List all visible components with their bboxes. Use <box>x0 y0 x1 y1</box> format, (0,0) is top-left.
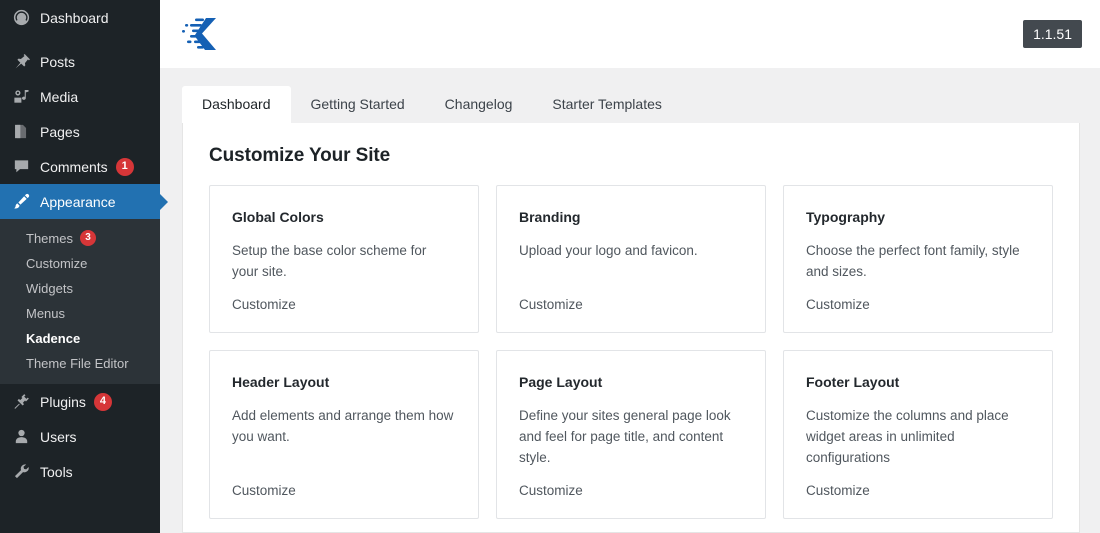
submenu-item-label: Themes <box>26 230 73 246</box>
card-customize-link[interactable]: Customize <box>232 297 456 312</box>
sidebar-item-label: Pages <box>40 123 80 140</box>
tab-dashboard[interactable]: Dashboard <box>182 86 291 123</box>
submenu-item-label: Customize <box>26 256 88 271</box>
plug-icon <box>11 392 31 412</box>
submenu-item-theme-file-editor[interactable]: Theme File Editor <box>0 351 160 376</box>
card-header-layout[interactable]: Header Layout Add elements and arrange t… <box>209 349 479 519</box>
submenu-item-themes[interactable]: Themes 3 <box>0 225 160 251</box>
sidebar-item-pages[interactable]: Pages <box>0 114 160 149</box>
comments-count-badge: 1 <box>115 157 134 176</box>
dashboard-panel: Customize Your Site Global Colors Setup … <box>182 123 1080 533</box>
sidebar-item-users[interactable]: Users <box>0 419 160 454</box>
kadence-logo-mark <box>182 18 216 50</box>
card-customize-link[interactable]: Customize <box>519 483 743 498</box>
card-title: Typography <box>806 209 886 225</box>
customize-card-grid: Global Colors Setup the base color schem… <box>209 185 1053 519</box>
card-description: Upload your logo and favicon. <box>519 243 698 258</box>
card-description: Add elements and arrange them how you wa… <box>232 407 454 444</box>
admin-sidebar: Dashboard Posts Media Pages Comments 1 A… <box>0 0 160 533</box>
appearance-submenu: Themes 3 Customize Widgets Menus Kadence… <box>0 219 160 384</box>
card-title: Global Colors <box>232 209 324 225</box>
kadence-header: 1.1.51 <box>160 0 1100 68</box>
card-description: Customize the columns and place widget a… <box>806 407 1009 465</box>
card-customize-link[interactable]: Customize <box>806 297 1030 312</box>
card-description: Define your sites general page look and … <box>519 407 731 465</box>
version-badge: 1.1.51 <box>1023 19 1082 49</box>
sidebar-item-plugins[interactable]: Plugins 4 <box>0 384 160 419</box>
tab-getting-started[interactable]: Getting Started <box>291 86 425 123</box>
submenu-item-label: Menus <box>26 306 66 321</box>
card-title: Header Layout <box>232 373 330 390</box>
sidebar-item-label: Tools <box>40 463 73 480</box>
card-title: Footer Layout <box>806 373 900 390</box>
card-customize-link[interactable]: Customize <box>232 483 456 498</box>
sidebar-item-label: Plugins <box>40 393 86 410</box>
sidebar-item-label: Dashboard <box>40 9 109 26</box>
submenu-item-menus[interactable]: Menus <box>0 301 160 326</box>
sidebar-item-comments[interactable]: Comments 1 <box>0 149 160 184</box>
card-description: Setup the base color scheme for your sit… <box>232 243 427 279</box>
submenu-item-widgets[interactable]: Widgets <box>0 276 160 301</box>
tab-starter-templates[interactable]: Starter Templates <box>532 86 681 123</box>
card-page-layout[interactable]: Page Layout Define your sites general pa… <box>496 349 766 519</box>
card-branding[interactable]: Branding Upload your logo and favicon. C… <box>496 185 766 333</box>
card-customize-link[interactable]: Customize <box>519 297 743 312</box>
sidebar-item-tools[interactable]: Tools <box>0 454 160 489</box>
sidebar-item-label: Comments <box>40 158 108 175</box>
sidebar-item-label: Media <box>40 88 79 105</box>
user-icon <box>11 427 31 447</box>
submenu-item-label: Widgets <box>26 281 73 296</box>
card-title: Branding <box>519 209 581 225</box>
page-title: Customize Your Site <box>209 145 391 166</box>
sidebar-item-posts[interactable]: Posts <box>0 44 160 79</box>
sidebar-item-label: Posts <box>40 53 76 70</box>
submenu-item-kadence[interactable]: Kadence <box>0 326 160 351</box>
card-customize-link[interactable]: Customize <box>806 483 1030 498</box>
main-content: 1.1.51 Dashboard Getting Started Changel… <box>160 0 1100 533</box>
plugins-count-badge: 4 <box>93 392 112 411</box>
card-global-colors[interactable]: Global Colors Setup the base color schem… <box>209 185 479 333</box>
sidebar-item-label: Users <box>40 428 77 445</box>
submenu-item-customize[interactable]: Customize <box>0 251 160 276</box>
pages-icon <box>11 122 31 142</box>
admin-screen: Dashboard Posts Media Pages Comments 1 A… <box>0 0 1100 533</box>
pushpin-icon <box>11 52 31 72</box>
card-typography[interactable]: Typography Choose the perfect font famil… <box>783 185 1053 333</box>
themes-count-badge: 3 <box>79 230 96 246</box>
submenu-item-label: Kadence <box>26 331 81 346</box>
card-title: Page Layout <box>519 373 603 390</box>
media-icon <box>11 87 31 107</box>
submenu-item-label: Theme File Editor <box>26 356 129 371</box>
paintbrush-icon <box>11 192 31 212</box>
card-description: Choose the perfect font family, style an… <box>806 243 1020 279</box>
tab-changelog[interactable]: Changelog <box>425 86 533 123</box>
sidebar-item-appearance[interactable]: Appearance <box>0 184 160 219</box>
card-footer-layout[interactable]: Footer Layout Customize the columns and … <box>783 349 1053 519</box>
sidebar-divider <box>0 35 160 44</box>
dashboard-gauge-icon <box>11 8 31 28</box>
sidebar-item-media[interactable]: Media <box>0 79 160 114</box>
comment-bubble-icon <box>11 157 31 177</box>
kadence-logo <box>182 14 228 54</box>
sidebar-item-label: Appearance <box>40 193 116 210</box>
wrench-icon <box>11 462 31 482</box>
sidebar-item-dashboard[interactable]: Dashboard <box>0 0 160 35</box>
tab-bar: Dashboard Getting Started Changelog Star… <box>160 83 1100 123</box>
